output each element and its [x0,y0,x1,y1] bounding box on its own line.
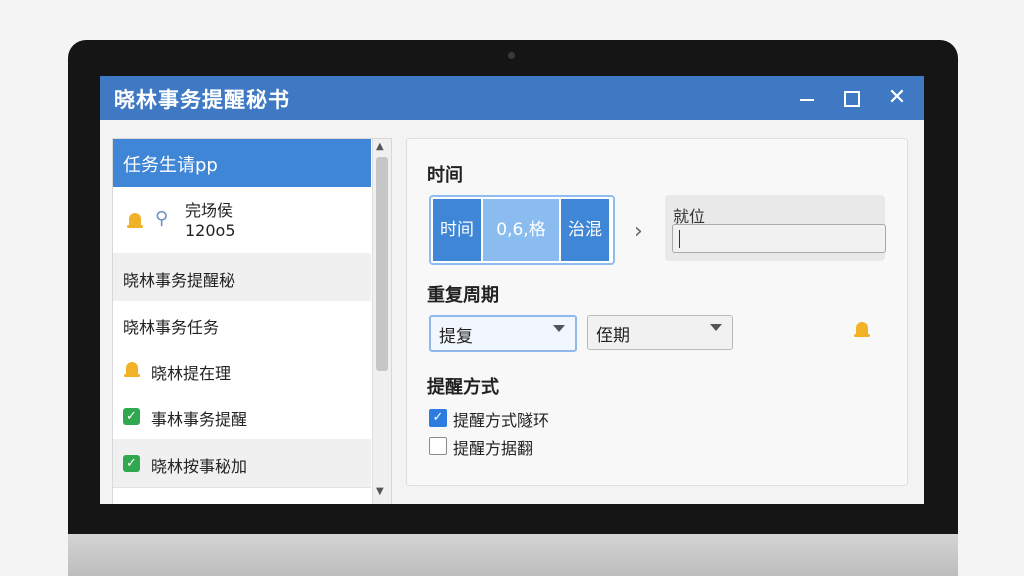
monitor-frame: 晓林事务提醒秘书 ✕ 任务生请pp ⚲ 完场侯 120o5 晓林事务提醒秘 晓林… [68,40,958,540]
bell-icon [123,361,141,379]
scroll-down-icon[interactable]: ▼ [376,486,384,497]
title-bar: 晓林事务提醒秘书 ✕ [100,76,924,120]
list-item-label: 晓林提在理 [151,364,232,383]
check-icon: ✓ [123,408,140,425]
list-item-label: 事林事务提醒 [151,410,248,429]
list-item[interactable]: 晓林事务提醒秘 [113,253,371,302]
time-section-title: 时间 [427,165,463,186]
maximize-button[interactable] [836,83,866,113]
repeat-section-title: 重复周期 [427,285,499,306]
vertical-scrollbar[interactable]: ▲ ▼ [372,139,391,504]
check-icon: ✓ [123,455,140,472]
bell-icon [126,212,144,230]
list-item[interactable]: 晓林事务任务 [113,301,371,348]
camera-dot [508,52,515,59]
text-cursor [679,230,680,248]
dropdown-arrow-icon [710,324,722,331]
checkbox-checked-icon[interactable]: ✓ [429,409,447,427]
scroll-up-icon[interactable]: ▲ [376,141,384,152]
time-segment-2[interactable]: 0,6,格 [483,199,559,261]
list-item-label: 任务生请pp [123,155,218,176]
minimize-button[interactable] [792,83,822,113]
app-window: 晓林事务提醒秘书 ✕ 任务生请pp ⚲ 完场侯 120o5 晓林事务提醒秘 晓林… [100,76,924,504]
reminder-method-title: 提醒方式 [427,377,499,398]
list-item-reminder[interactable]: ⚲ 完场侯 120o5 [113,187,371,254]
task-list-panel: 任务生请pp ⚲ 完场侯 120o5 晓林事务提醒秘 晓林事务任务 晓林提在理 … [112,138,392,504]
list-item-with-bell[interactable]: 晓林提在理 [113,347,371,394]
dropdown-value: 提复 [439,327,473,347]
monitor-stand [68,534,958,576]
time-segment-1[interactable]: 时间 [433,199,481,261]
bell-icon [853,321,871,339]
list-item-complete[interactable]: ✓ 事林事务提醒 [113,393,371,440]
repeat-dropdown-two[interactable]: 侄期 [587,315,733,350]
pin-icon: ⚲ [155,208,169,229]
list-item-selected[interactable]: 任务生请pp [113,139,371,188]
scroll-thumb[interactable] [376,157,388,371]
list-item-title: 完场侯 [185,201,234,220]
close-button[interactable]: ✕ [882,83,912,113]
list-item-complete[interactable]: ✓ 晓林按事秘加 [113,439,371,488]
checkbox-unchecked-icon[interactable] [429,437,447,455]
time-segmented-control: 时间 0,6,格 治混 [429,195,615,265]
chevron-right-icon: › [634,219,643,244]
list-item-code: 120o5 [185,221,236,240]
dropdown-arrow-icon [553,325,565,332]
position-input-card: 就位 [665,195,886,261]
reminder-settings-panel: 时间 时间 0,6,格 治混 › 就位 重复周期 提复 侄期 提醒方式 ✓ 提醒… [406,138,908,486]
repeat-dropdown-one[interactable]: 提复 [429,315,577,352]
list-item-label: 晓林按事秘加 [151,457,248,476]
window-title: 晓林事务提醒秘书 [114,88,290,112]
time-segment-3[interactable]: 治混 [561,199,609,261]
list-item-label: 晓林事务提醒秘 [123,271,236,290]
position-input[interactable] [672,224,886,253]
reminder-option-label: 提醒方式隧环 [453,411,550,430]
list-item-label: 晓林事务任务 [123,318,220,337]
reminder-option-label: 提醒方据翻 [453,439,534,458]
dropdown-value: 侄期 [596,326,630,346]
